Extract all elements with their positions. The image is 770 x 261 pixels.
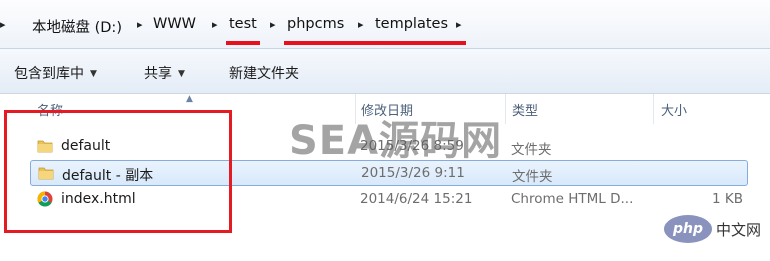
column-header-size[interactable]: 大小 (661, 100, 687, 119)
annotation-highlight-box (4, 110, 232, 233)
chevron-right-icon[interactable]: ▸ (270, 18, 276, 31)
file-size: 1 KB (712, 191, 743, 207)
file-date: 2014/6/24 15:21 (360, 191, 473, 207)
share-button[interactable]: 共享 ▼ (144, 63, 185, 83)
column-header-type[interactable]: 类型 (512, 100, 538, 119)
sort-ascending-icon: ▲ (186, 94, 193, 104)
file-date: 2015/3/26 9:11 (361, 165, 465, 181)
breadcrumb-phpcms[interactable]: phpcms (287, 16, 344, 32)
dropdown-arrow-icon: ▼ (90, 69, 97, 79)
column-divider[interactable] (505, 94, 506, 124)
breadcrumb-templates[interactable]: templates (375, 16, 448, 32)
command-toolbar: 包含到库中 ▼ 共享 ▼ 新建文件夹 (0, 49, 770, 94)
logo-text: 中文网 (716, 221, 762, 239)
annotation-underline (226, 41, 260, 45)
include-in-library-label: 包含到库中 (14, 66, 84, 82)
chevron-right-icon[interactable]: ▸ (0, 18, 6, 31)
file-type: 文件夹 (512, 169, 553, 185)
watermark: SEA源码网 (289, 118, 503, 164)
address-bar[interactable]: ▸ 本地磁盘 (D:) ▸ WWW ▸ test ▸ phpcms ▸ temp… (0, 0, 770, 49)
breadcrumb-test[interactable]: test (229, 16, 257, 32)
breadcrumb-www[interactable]: WWW (153, 16, 196, 32)
column-divider[interactable] (653, 94, 654, 124)
file-type: Chrome HTML D... (511, 191, 634, 207)
file-type: 文件夹 (511, 142, 552, 158)
chevron-right-icon[interactable]: ▸ (137, 18, 143, 31)
include-in-library-button[interactable]: 包含到库中 ▼ (14, 63, 97, 83)
new-folder-button[interactable]: 新建文件夹 (229, 63, 299, 83)
annotation-underline (284, 41, 466, 45)
php-logo: php (664, 215, 712, 243)
chevron-right-icon[interactable]: ▸ (212, 18, 218, 31)
chevron-right-icon[interactable]: ▸ (456, 18, 462, 31)
chevron-right-icon[interactable]: ▸ (358, 18, 364, 31)
breadcrumb-drive[interactable]: 本地磁盘 (D:) (32, 16, 122, 37)
dropdown-arrow-icon: ▼ (178, 69, 185, 79)
share-label: 共享 (144, 66, 172, 82)
